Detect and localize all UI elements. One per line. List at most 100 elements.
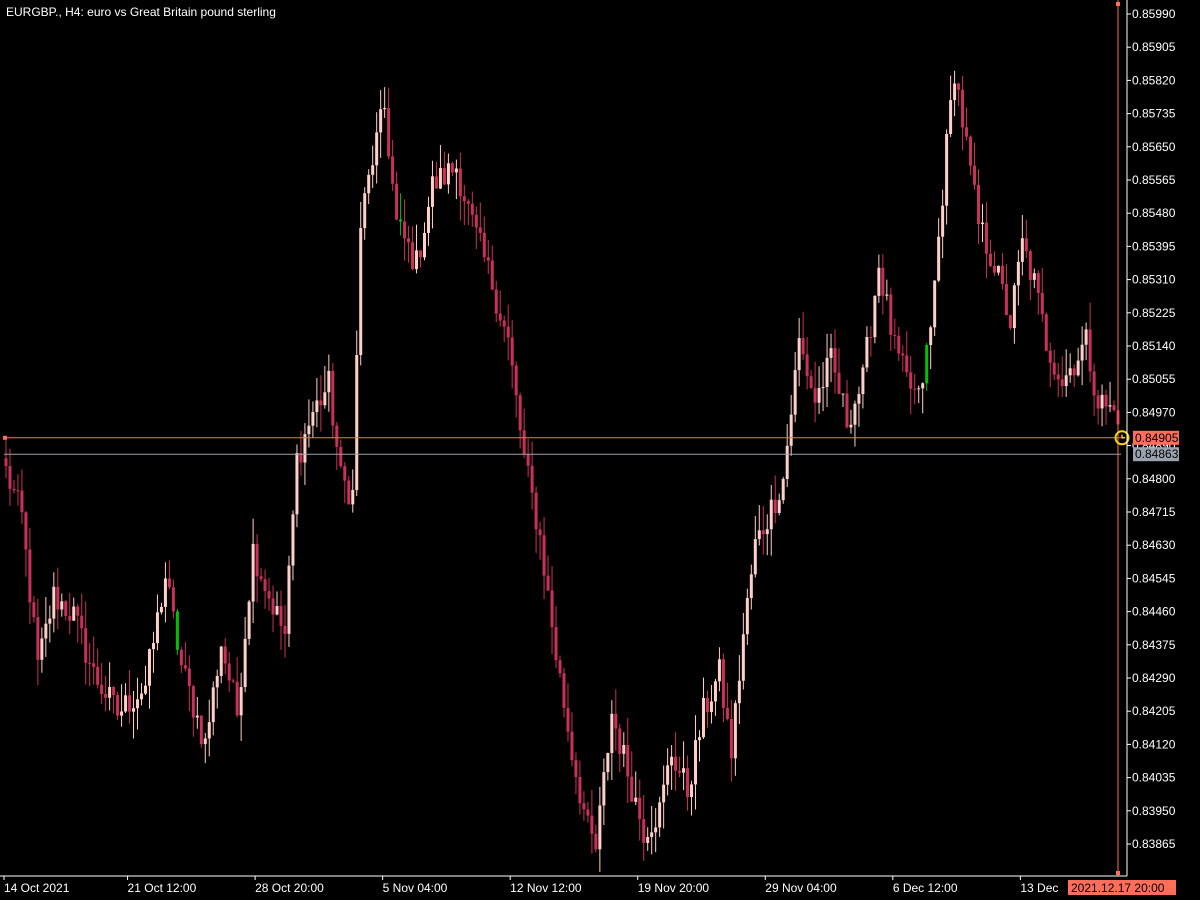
candle-body <box>1016 261 1020 286</box>
candle-body <box>965 127 969 137</box>
candle-body <box>191 686 195 718</box>
time-line-handle-top[interactable] <box>1116 2 1120 6</box>
candle-body <box>1060 379 1064 387</box>
ask-price-badge: 0.84863 <box>1133 447 1179 462</box>
candle-body <box>977 184 981 225</box>
candle-body <box>566 707 570 732</box>
candle-body <box>271 598 275 615</box>
candle-body <box>307 425 311 435</box>
candle-body <box>933 280 937 328</box>
candle-body <box>534 492 538 530</box>
candle-body <box>937 236 941 281</box>
candle-body <box>817 388 821 403</box>
candle-body <box>319 400 323 406</box>
candle <box>247 599 251 646</box>
candle-body <box>1008 315 1012 329</box>
candle-body <box>1032 273 1036 280</box>
candle-body <box>654 827 658 833</box>
candle-body <box>211 687 215 723</box>
candle-body <box>183 665 187 669</box>
candle-body <box>128 695 132 712</box>
candle-body <box>498 313 502 321</box>
candle-body <box>1100 394 1104 409</box>
candle-body <box>969 136 973 166</box>
price-tick-label: 0.83865 <box>1132 837 1176 851</box>
candle-body <box>199 715 203 745</box>
candle-body <box>339 446 343 467</box>
candle-body <box>287 565 291 634</box>
candle-body <box>1096 395 1100 409</box>
price-tick-label: 0.84715 <box>1132 505 1176 519</box>
candle <box>873 295 877 344</box>
current-time-badge: 2021.12.17 20:00 <box>1068 880 1176 895</box>
candle-body <box>634 797 638 802</box>
candle-body <box>363 193 367 229</box>
price-chart[interactable]: EURGBP., H4: euro vs Great Britain pound… <box>0 0 1200 900</box>
candle-body <box>466 201 470 204</box>
time-line-handle-bottom[interactable] <box>1116 871 1120 875</box>
price-tick-label: 0.85480 <box>1132 206 1176 220</box>
candle-body <box>235 681 239 716</box>
candle-body <box>749 574 753 598</box>
candle-body <box>857 394 861 404</box>
candle-body <box>100 684 104 695</box>
candle-body <box>155 612 159 644</box>
candle-body <box>251 543 255 602</box>
candle-body <box>570 731 574 761</box>
candle-body <box>8 466 12 489</box>
time-tick-label: 12 Nov 12:00 <box>510 881 582 895</box>
candle-body <box>945 133 949 206</box>
price-tick-label: 0.85140 <box>1132 339 1176 353</box>
candle-body <box>526 454 530 466</box>
price-tick-label: 0.85055 <box>1132 372 1176 386</box>
candle-body <box>921 383 925 389</box>
candle-body <box>905 355 909 373</box>
candle-body <box>646 836 650 843</box>
candle-body <box>849 424 853 428</box>
ask-badge-label: 0.84863 <box>1135 447 1179 461</box>
candle-body <box>1072 368 1076 376</box>
price-tick-label: 0.84970 <box>1132 405 1176 419</box>
candle-body <box>275 606 279 615</box>
candle-body <box>869 336 873 338</box>
candle-body <box>837 372 841 394</box>
time-tick-label: 29 Nov 04:00 <box>765 881 837 895</box>
candle-body <box>72 606 76 621</box>
candle-body <box>721 659 725 708</box>
price-tick-label: 0.84290 <box>1132 671 1176 685</box>
candle-body <box>1108 405 1112 407</box>
time-tick-label: 6 Dec 12:00 <box>893 881 958 895</box>
candle-body <box>434 176 438 189</box>
bid-line-handle[interactable] <box>3 435 7 440</box>
candle-body <box>865 336 869 368</box>
candle-body <box>973 165 977 185</box>
price-tick-label: 0.84375 <box>1132 638 1176 652</box>
candle-body <box>678 770 682 773</box>
candle-body <box>753 539 757 575</box>
price-tick-label: 0.85735 <box>1132 107 1176 121</box>
candle-body <box>674 756 678 771</box>
candle-body <box>283 625 287 634</box>
candle-body <box>821 386 825 389</box>
candle-body <box>315 400 319 413</box>
candle-body <box>1056 374 1060 380</box>
time-badge-label: 2021.12.17 20:00 <box>1071 881 1165 895</box>
candle-body <box>698 737 702 741</box>
candle-body <box>757 530 761 540</box>
candle-body <box>227 663 231 681</box>
candle-body <box>291 514 295 566</box>
candle-body <box>789 414 793 446</box>
candle-body <box>84 628 88 663</box>
candle-body <box>407 238 411 243</box>
candle-body <box>725 707 729 719</box>
candle-body <box>682 768 686 773</box>
candle-body <box>614 713 618 729</box>
candle-body <box>709 701 713 712</box>
candle-body <box>124 695 128 712</box>
candle-body <box>622 744 626 754</box>
candle-body <box>442 168 446 185</box>
candle-body <box>941 205 945 237</box>
candle-body <box>1044 314 1048 351</box>
bid-price-badge: 0.84905 <box>1133 430 1179 445</box>
candle-body <box>897 335 901 354</box>
